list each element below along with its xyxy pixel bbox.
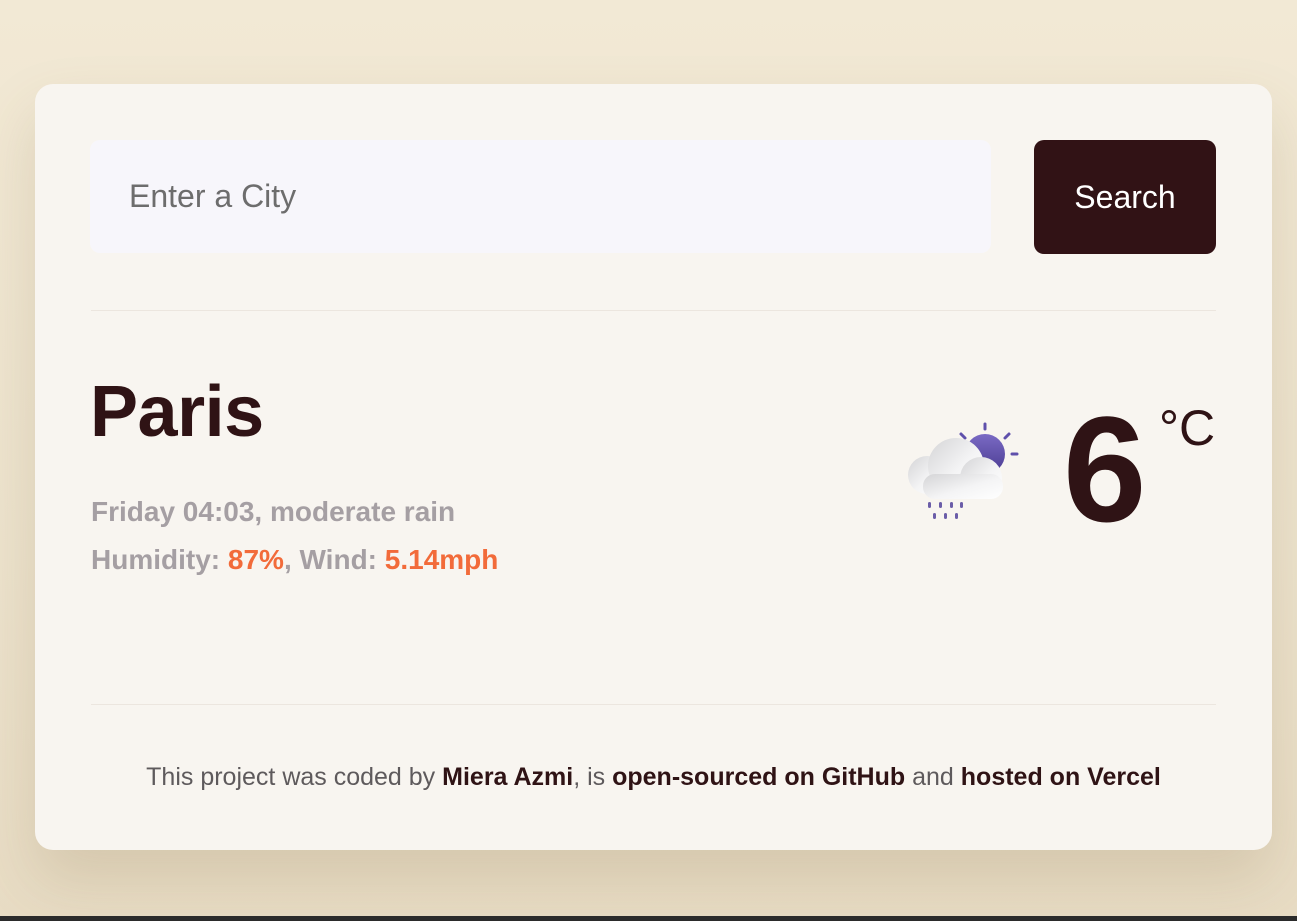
- city-name: Paris: [90, 372, 264, 452]
- humidity-value: 87%: [227, 544, 284, 575]
- wind-value: 5.14mph: [384, 544, 499, 575]
- weather-details: Friday 04:03, moderate rain Humidity: 87…: [91, 488, 498, 584]
- github-link[interactable]: open-sourced on GitHub: [612, 763, 905, 791]
- humidity-wind-line: Humidity: 87%, Wind: 5.14mph: [91, 536, 498, 584]
- footer-conjunction: and: [912, 763, 954, 791]
- footer-credits: This project was coded by Miera Azmi, is…: [35, 760, 1272, 794]
- city-search-input[interactable]: [90, 140, 991, 253]
- window-bottom-edge: [0, 916, 1297, 921]
- datetime-description-line: Friday 04:03, moderate rain: [91, 488, 498, 536]
- author-link[interactable]: Miera Azmi: [442, 763, 573, 791]
- search-button[interactable]: Search: [1034, 140, 1216, 254]
- separator-comma: ,: [283, 544, 300, 575]
- rain-cloud-with-sun-icon: [908, 422, 1019, 519]
- top-divider: [91, 310, 1216, 311]
- weather-description: moderate rain: [269, 496, 456, 527]
- bottom-divider: [91, 704, 1216, 705]
- temperature-value: 6: [1063, 385, 1147, 553]
- temperature-unit: °C: [1159, 400, 1216, 456]
- wind-label: Wind:: [299, 544, 378, 575]
- footer-middle: , is: [573, 763, 606, 791]
- day-time: Friday 04:03: [91, 496, 255, 527]
- separator-comma: ,: [254, 496, 270, 527]
- vercel-link[interactable]: hosted on Vercel: [961, 763, 1161, 791]
- humidity-label: Humidity:: [91, 544, 221, 575]
- footer-prefix: This project was coded by: [146, 763, 436, 791]
- weather-card: Search Paris Friday 04:03, moderate rain…: [35, 84, 1272, 850]
